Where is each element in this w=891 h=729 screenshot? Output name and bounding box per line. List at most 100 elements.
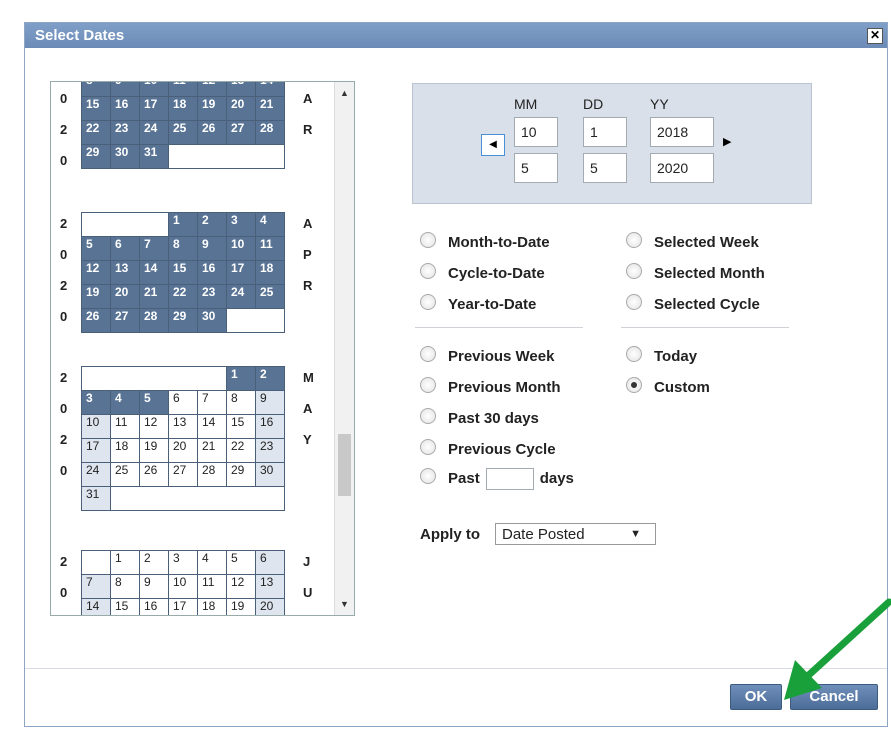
day-cell[interactable]: 21 [139,284,169,309]
day-cell[interactable]: 8 [168,236,198,261]
radio-cycle-to-date[interactable]: Cycle-to-Date [420,263,545,282]
day-cell[interactable]: 8 [81,82,111,97]
radio-year-to-date[interactable]: Year-to-Date [420,294,536,313]
day-cell[interactable]: 7 [139,236,169,261]
day-cell[interactable]: 5 [139,390,169,415]
day-cell[interactable]: 13 [110,260,140,285]
day-cell[interactable]: 25 [255,284,285,309]
day-cell[interactable]: 11 [255,236,285,261]
day-cell[interactable]: 11 [197,574,227,599]
day-cell[interactable]: 16 [110,96,140,121]
start-day-input[interactable]: 1 [583,117,627,147]
day-cell[interactable]: 4 [255,212,285,237]
day-cell[interactable]: 17 [139,96,169,121]
calendar-list[interactable]: 020AR89101112131415161718192021222324252… [50,81,355,616]
calendar-scrollbar[interactable]: ▲ ▼ [334,82,354,615]
radio-selected-cycle[interactable]: Selected Cycle [626,294,760,313]
day-cell[interactable]: 3 [168,550,198,575]
day-cell[interactable]: 19 [139,438,169,463]
day-cell[interactable]: 2 [139,550,169,575]
day-cell[interactable]: 13 [226,82,256,97]
day-cell[interactable]: 12 [139,414,169,439]
day-cell[interactable]: 14 [139,260,169,285]
day-cell[interactable]: 17 [81,438,111,463]
day-cell[interactable]: 15 [168,260,198,285]
day-cell[interactable]: 20 [255,598,285,615]
radio-previous-month[interactable]: Previous Month [420,377,561,396]
day-cell[interactable]: 8 [226,390,256,415]
day-cell[interactable]: 6 [110,236,140,261]
day-cell[interactable]: 15 [110,598,140,615]
day-cell[interactable]: 9 [110,82,140,97]
day-cell[interactable]: 19 [81,284,111,309]
scroll-up-arrow-icon[interactable]: ▲ [335,88,354,98]
day-cell[interactable]: 29 [81,144,111,169]
radio-selected-month[interactable]: Selected Month [626,263,765,282]
radio-past-n-days[interactable]: Past days [420,468,574,491]
day-cell[interactable]: 4 [110,390,140,415]
day-cell[interactable]: 25 [110,462,140,487]
day-cell[interactable]: 20 [226,96,256,121]
day-cell[interactable]: 14 [197,414,227,439]
day-cell[interactable]: 22 [81,120,111,145]
day-cell[interactable]: 14 [81,598,111,615]
scroll-down-arrow-icon[interactable]: ▼ [335,599,354,609]
day-cell[interactable]: 24 [226,284,256,309]
day-cell[interactable]: 31 [81,486,111,511]
day-cell[interactable]: 31 [139,144,169,169]
day-cell[interactable]: 8 [110,574,140,599]
end-year-input[interactable]: 2020 [650,153,714,183]
day-cell[interactable]: 10 [81,414,111,439]
day-cell[interactable]: 11 [110,414,140,439]
day-cell[interactable]: 5 [81,236,111,261]
day-cell[interactable]: 18 [110,438,140,463]
day-cell[interactable]: 15 [81,96,111,121]
day-cell[interactable]: 23 [110,120,140,145]
day-cell[interactable]: 23 [255,438,285,463]
day-cell[interactable]: 18 [197,598,227,615]
day-cell[interactable]: 10 [168,574,198,599]
day-cell[interactable]: 16 [197,260,227,285]
day-cell[interactable]: 25 [168,120,198,145]
day-cell[interactable]: 7 [81,574,111,599]
day-cell[interactable]: 20 [110,284,140,309]
day-cell[interactable]: 18 [255,260,285,285]
day-cell[interactable]: 12 [81,260,111,285]
day-cell[interactable]: 27 [110,308,140,333]
day-cell[interactable]: 2 [255,366,285,391]
radio-past-30-days[interactable]: Past 30 days [420,408,539,427]
day-cell[interactable]: 26 [197,120,227,145]
radio-previous-cycle[interactable]: Previous Cycle [420,439,556,458]
day-cell[interactable]: 30 [197,308,227,333]
start-month-input[interactable]: 10 [514,117,558,147]
day-cell[interactable]: 21 [255,96,285,121]
day-cell[interactable]: 2 [197,212,227,237]
day-cell[interactable]: 15 [226,414,256,439]
day-cell[interactable]: 14 [255,82,285,97]
day-cell[interactable]: 28 [139,308,169,333]
day-cell[interactable]: 1 [168,212,198,237]
day-cell[interactable]: 9 [139,574,169,599]
radio-selected-week[interactable]: Selected Week [626,232,759,251]
day-cell[interactable]: 26 [139,462,169,487]
day-cell[interactable]: 19 [197,96,227,121]
day-cell[interactable]: 18 [168,96,198,121]
day-cell[interactable]: 9 [255,390,285,415]
day-cell[interactable]: 28 [197,462,227,487]
day-cell[interactable]: 10 [226,236,256,261]
cancel-button[interactable]: Cancel [790,684,878,710]
day-cell[interactable]: 28 [255,120,285,145]
day-cell[interactable]: 20 [168,438,198,463]
day-cell[interactable]: 10 [139,82,169,97]
day-cell[interactable]: 5 [226,550,256,575]
day-cell[interactable]: 16 [255,414,285,439]
day-cell[interactable]: 6 [255,550,285,575]
prev-arrow-icon[interactable]: ◀ [481,134,505,156]
day-cell[interactable]: 22 [226,438,256,463]
day-cell[interactable]: 6 [168,390,198,415]
day-cell[interactable]: 13 [255,574,285,599]
day-cell[interactable]: 4 [197,550,227,575]
scroll-thumb[interactable] [338,434,351,496]
day-cell[interactable]: 11 [168,82,198,97]
day-cell[interactable]: 26 [81,308,111,333]
